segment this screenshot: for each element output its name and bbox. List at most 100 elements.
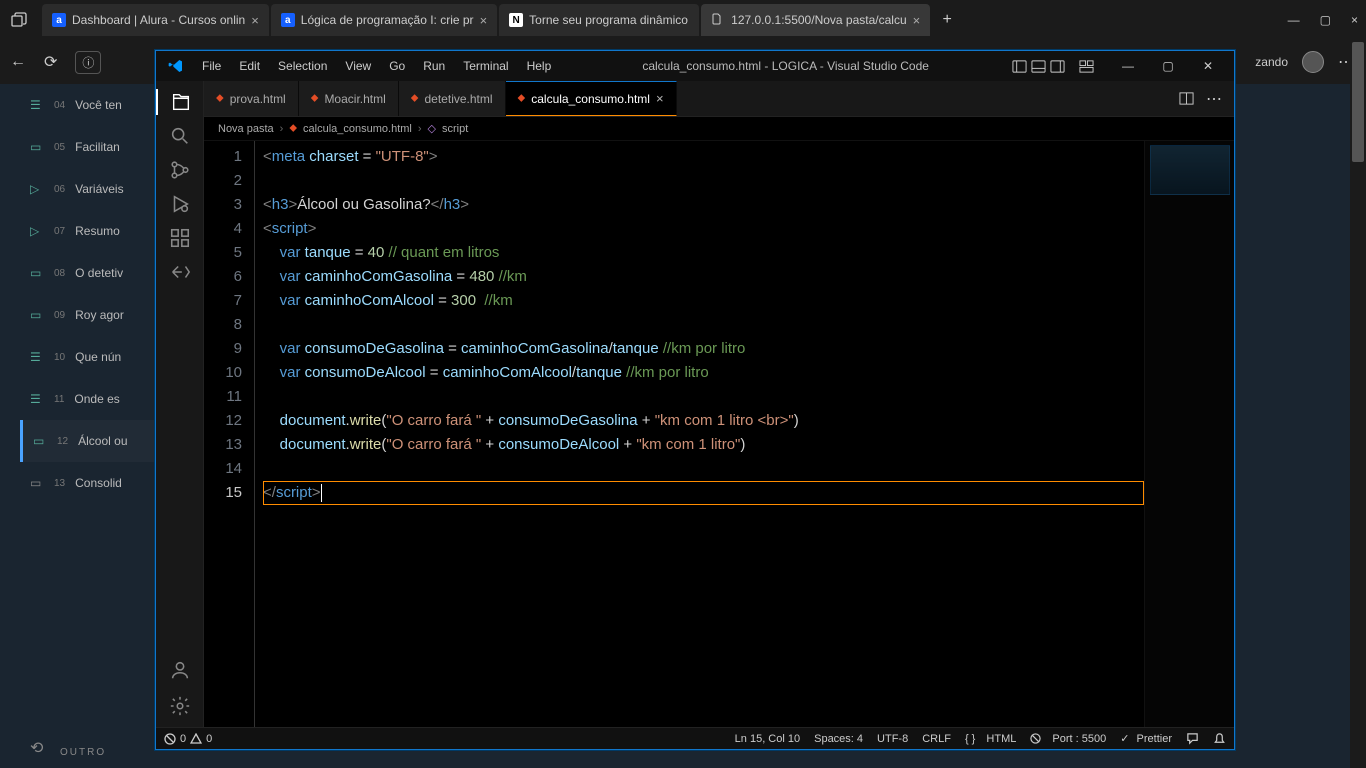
html-file-icon: ⬥ bbox=[311, 92, 319, 105]
breadcrumb-folder[interactable]: Nova pasta bbox=[218, 123, 274, 135]
indent-spaces[interactable]: Spaces: 4 bbox=[814, 733, 863, 745]
window-controls: — ▢ ✕ bbox=[1108, 59, 1228, 73]
file-favicon bbox=[711, 13, 725, 27]
chevron-right-icon: › bbox=[280, 123, 284, 135]
menu-selection[interactable]: Selection bbox=[270, 55, 335, 77]
close-icon[interactable]: × bbox=[1351, 13, 1358, 27]
menu-bar: File Edit Selection View Go Run Terminal… bbox=[194, 55, 559, 77]
breadcrumb-file[interactable]: calcula_consumo.html bbox=[303, 123, 412, 135]
close-icon[interactable]: × bbox=[656, 91, 664, 106]
new-tab-button[interactable]: + bbox=[932, 4, 962, 36]
menu-file[interactable]: File bbox=[194, 55, 229, 77]
text-cursor bbox=[321, 484, 322, 502]
book-icon: ▭ bbox=[30, 266, 44, 280]
menu-view[interactable]: View bbox=[337, 55, 379, 77]
close-icon[interactable]: × bbox=[913, 13, 921, 28]
extensions-icon[interactable] bbox=[167, 225, 193, 251]
html-file-icon: ⬥ bbox=[216, 92, 224, 105]
window-title: calcula_consumo.html - LOGICA - Visual S… bbox=[563, 59, 1008, 73]
menu-run[interactable]: Run bbox=[415, 55, 453, 77]
live-server-port[interactable]: Port : 5500 bbox=[1030, 733, 1106, 745]
sync-label: zando bbox=[1255, 55, 1288, 69]
list-icon: ☰ bbox=[30, 392, 44, 406]
prettier-status[interactable]: ✓ Prettier bbox=[1120, 732, 1172, 745]
breadcrumb-symbol[interactable]: script bbox=[442, 123, 468, 135]
tab-label: Dashboard | Alura - Cursos onlin bbox=[72, 13, 245, 27]
panel-bottom-icon[interactable] bbox=[1031, 59, 1046, 74]
maximize-icon[interactable]: ▢ bbox=[1320, 13, 1331, 27]
editor-tab[interactable]: ⬥Moacir.html bbox=[299, 81, 399, 116]
vscode-window: File Edit Selection View Go Run Terminal… bbox=[155, 50, 1235, 750]
tab-label: Torne seu programa dinâmico bbox=[529, 13, 688, 27]
browser-tab[interactable]: a Lógica de programação I: crie pr × bbox=[271, 4, 497, 36]
close-icon[interactable]: × bbox=[480, 13, 488, 28]
bell-icon[interactable] bbox=[1213, 732, 1226, 745]
cursor-position[interactable]: Ln 15, Col 10 bbox=[735, 733, 800, 745]
minimap[interactable] bbox=[1144, 141, 1234, 727]
gear-icon[interactable] bbox=[167, 693, 193, 719]
menu-edit[interactable]: Edit bbox=[231, 55, 268, 77]
alura-favicon: a bbox=[281, 13, 295, 27]
browser-tab-strip: a Dashboard | Alura - Cursos onlin × a L… bbox=[0, 0, 1366, 40]
source-control-icon[interactable] bbox=[167, 157, 193, 183]
list-icon: ☰ bbox=[30, 350, 44, 364]
browser-tabs-icon[interactable] bbox=[8, 9, 30, 31]
back-icon[interactable]: ← bbox=[10, 53, 26, 71]
editor-tab-active[interactable]: ⬥calcula_consumo.html× bbox=[506, 81, 677, 116]
feedback-icon[interactable] bbox=[1186, 732, 1199, 745]
panel-right-icon[interactable] bbox=[1050, 59, 1065, 74]
tab-label: 127.0.0.1:5500/Nova pasta/calcu bbox=[731, 13, 906, 27]
editor-tab[interactable]: ⬥prova.html bbox=[204, 81, 299, 116]
menu-help[interactable]: Help bbox=[519, 55, 560, 77]
alura-favicon: a bbox=[52, 13, 66, 27]
encoding[interactable]: UTF-8 bbox=[877, 733, 908, 745]
eol[interactable]: CRLF bbox=[922, 733, 951, 745]
close-icon[interactable]: ✕ bbox=[1188, 59, 1228, 73]
close-icon[interactable]: × bbox=[251, 13, 259, 28]
live-share-icon[interactable] bbox=[167, 259, 193, 285]
minimize-icon[interactable]: — bbox=[1288, 13, 1300, 27]
title-bar: File Edit Selection View Go Run Terminal… bbox=[156, 51, 1234, 81]
editor-tab[interactable]: ⬥detetive.html bbox=[399, 81, 506, 116]
menu-terminal[interactable]: Terminal bbox=[455, 55, 516, 77]
split-editor-icon[interactable] bbox=[1179, 91, 1194, 106]
account-icon[interactable] bbox=[167, 657, 193, 683]
language-mode[interactable]: { } HTML bbox=[965, 733, 1016, 745]
html-file-icon: ⬥ bbox=[518, 92, 526, 105]
minimize-icon[interactable]: — bbox=[1108, 59, 1148, 73]
code-editor[interactable]: 123456789101112131415 <meta charset = "U… bbox=[204, 141, 1234, 727]
browser-tab[interactable]: 127.0.0.1:5500/Nova pasta/calcu × bbox=[701, 4, 930, 36]
tab-label: Lógica de programação I: crie pr bbox=[301, 13, 474, 27]
browser-tab[interactable]: a Dashboard | Alura - Cursos onlin × bbox=[42, 4, 269, 36]
line-gutter: 123456789101112131415 bbox=[204, 141, 254, 727]
book-icon: ▭ bbox=[30, 476, 44, 490]
page-scrollbar[interactable] bbox=[1350, 40, 1366, 768]
explorer-icon[interactable] bbox=[156, 89, 204, 115]
code-lines[interactable]: <meta charset = "UTF-8"> <h3>Álcool ou G… bbox=[254, 141, 1144, 727]
run-debug-icon[interactable] bbox=[167, 191, 193, 217]
loop-icon[interactable]: ⟲ bbox=[30, 738, 43, 758]
home-info-icon[interactable]: ⓘ bbox=[75, 51, 101, 74]
layout-customize-icon[interactable] bbox=[1079, 59, 1094, 74]
notion-favicon: N bbox=[509, 13, 523, 27]
browser-tab[interactable]: N Torne seu programa dinâmico bbox=[499, 4, 699, 36]
outro-label: OUTRO bbox=[60, 747, 106, 758]
book-icon: ▭ bbox=[30, 308, 44, 322]
refresh-icon[interactable]: ⟳ bbox=[44, 52, 57, 72]
maximize-icon[interactable]: ▢ bbox=[1148, 59, 1188, 73]
html-file-icon: ⬥ bbox=[411, 92, 419, 105]
avatar[interactable] bbox=[1302, 51, 1324, 73]
play-icon: ▷ bbox=[30, 182, 44, 196]
panel-left-icon[interactable] bbox=[1012, 59, 1027, 74]
menu-go[interactable]: Go bbox=[381, 55, 413, 77]
vscode-logo-icon bbox=[168, 58, 184, 74]
breadcrumb[interactable]: Nova pasta › ⬥ calcula_consumo.html › ◇ … bbox=[204, 117, 1234, 141]
play-icon: ▷ bbox=[30, 224, 44, 238]
layout-controls bbox=[1012, 59, 1094, 74]
search-icon[interactable] bbox=[167, 123, 193, 149]
chevron-right-icon: › bbox=[418, 123, 422, 135]
more-icon[interactable]: ⋯ bbox=[1206, 89, 1222, 109]
book-icon: ▭ bbox=[33, 434, 47, 448]
activity-bar bbox=[156, 81, 204, 727]
problems-indicator[interactable]: 0 0 bbox=[164, 733, 212, 745]
